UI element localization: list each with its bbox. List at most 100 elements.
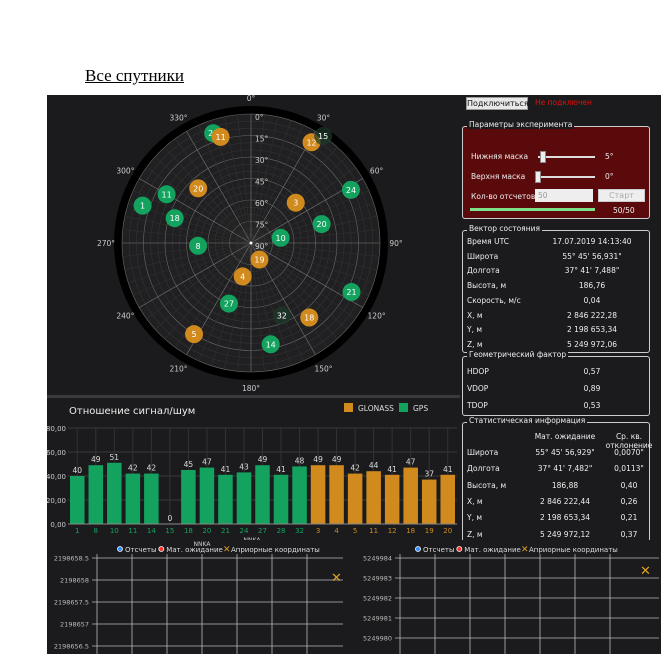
- x-tick-label: 5: [353, 527, 357, 535]
- y-tick-label: 2198657.5: [54, 599, 89, 607]
- satellite-id: 20: [317, 220, 327, 229]
- legend-item[interactable]: ✕ Априорные координаты: [223, 545, 320, 555]
- satellite-glonass-18[interactable]: 18: [300, 308, 319, 327]
- satellite-glonass-20[interactable]: 20: [189, 179, 208, 198]
- bar-value-label: 47: [406, 458, 416, 467]
- state-title: Вектор состояния: [467, 224, 542, 233]
- legend-item[interactable]: Отсчеты: [117, 546, 157, 554]
- dop-label: HDOP: [467, 367, 489, 376]
- dop-value: 0,89: [583, 384, 601, 393]
- legend-label: Априорные координаты: [231, 546, 320, 554]
- satellite-gps-11[interactable]: 11: [157, 185, 176, 204]
- a-priori-marker: ✕: [640, 564, 651, 579]
- satellite-gps-14[interactable]: 14: [261, 335, 280, 354]
- elevation-label: 90°: [255, 242, 269, 251]
- snr-chart: Отношение сигнал/шум GLONASS GPS 0,00 20,00 4…: [47, 403, 457, 543]
- satellite-glonass-3[interactable]: 3: [286, 193, 305, 212]
- bar-value-label: 41: [387, 465, 397, 474]
- upper-mask-slider[interactable]: [535, 171, 595, 183]
- legend-label: Мат. ожидание: [166, 546, 223, 554]
- bar-value-label: 51: [110, 453, 120, 462]
- z-coordinate-plot: Отсчеты Мат. ожидание ✕ Априорные координат…: [363, 545, 659, 654]
- state-row: Y, м 2 198 653,34: [467, 325, 645, 337]
- satellite-gps-1[interactable]: 1: [133, 196, 152, 215]
- satellite-gps-8[interactable]: 8: [189, 236, 208, 255]
- y-tick-label: 2198658: [60, 577, 89, 585]
- satellite-id: 24: [346, 186, 356, 195]
- x-tick-label: 20: [202, 527, 211, 535]
- bar-value-label: 0: [167, 514, 172, 523]
- dop-row: HDOP 0,57: [467, 367, 645, 379]
- satellite-glonass-11[interactable]: 11: [211, 127, 230, 146]
- legend-dot-icon: [158, 546, 165, 552]
- bar: [107, 462, 122, 524]
- satellite-gps-20[interactable]: 20: [312, 215, 331, 234]
- dop-title: Геометрический фактор: [467, 350, 569, 359]
- bar: [236, 472, 252, 524]
- x-tick-label: 18: [184, 527, 193, 535]
- satellite-gps-24[interactable]: 24: [341, 180, 360, 199]
- bar-value-label: 48: [295, 456, 305, 465]
- satellite-id: 14: [266, 340, 276, 349]
- x-tick-label: 12: [388, 527, 397, 535]
- satellite-gps-10[interactable]: 10: [271, 228, 290, 247]
- dop-value: 0,53: [583, 401, 601, 410]
- legend-item[interactable]: Мат. ожидание: [456, 546, 521, 554]
- stats-std: 0,37: [620, 529, 638, 539]
- state-row: Скорость, м/с 0,04: [467, 296, 645, 308]
- state-label: Долгота: [467, 266, 500, 276]
- stats-group: Статистическая информация Мат. ожидание С…: [462, 416, 652, 542]
- legend-label: Априорные координаты: [529, 546, 618, 554]
- azimuth-label: 30°: [317, 113, 331, 122]
- satellite-glonass-5[interactable]: 5: [185, 325, 204, 344]
- azimuth-label: 210°: [169, 365, 187, 374]
- legend-item[interactable]: Мат. ожидание: [158, 546, 223, 554]
- slider-thumb[interactable]: [535, 171, 541, 183]
- stats-row: Высота, м 186,88 0,40: [467, 481, 645, 493]
- lower-mask-slider[interactable]: [538, 151, 595, 163]
- page-title: Все спутники: [85, 66, 185, 85]
- satellite-glonass-19[interactable]: 19: [250, 250, 269, 269]
- x-marker-icon: ✕: [521, 545, 529, 555]
- y-tick-label: 5249984: [363, 555, 392, 563]
- elevation-label: 75°: [255, 221, 269, 230]
- satellite-gps-27[interactable]: 27: [219, 294, 238, 313]
- state-vector-group: Вектор состояния Время UTC 17.07.2019 14:…: [462, 224, 650, 353]
- satellite-id: 18: [304, 314, 314, 323]
- satellite-gps-15[interactable]: 15: [314, 127, 333, 146]
- state-value: 37° 41' 7,488": [564, 266, 620, 276]
- satellite-id: 21: [346, 288, 356, 297]
- slider-thumb[interactable]: [540, 151, 546, 163]
- stats-label: Y, м: [467, 513, 483, 523]
- stats-std: 0,26: [620, 496, 638, 506]
- azimuth-label: 90°: [389, 239, 403, 248]
- connect-button[interactable]: Подключиться: [466, 97, 529, 110]
- bar: [144, 473, 159, 524]
- azimuth-label: 0°: [247, 95, 256, 103]
- bar: [403, 467, 418, 524]
- bar: [70, 476, 85, 524]
- count-input[interactable]: 50: [535, 189, 593, 202]
- x-tick-label: 21: [221, 527, 230, 535]
- satellite-glonass-4[interactable]: 4: [233, 267, 252, 286]
- satellite-gps-18[interactable]: 18: [165, 209, 184, 228]
- legend-item[interactable]: ✕ Априорные координаты: [521, 545, 618, 555]
- legend-label: GLONASS: [358, 404, 394, 413]
- bar-value-label: 41: [443, 465, 453, 474]
- satellite-gps-32[interactable]: 32: [272, 306, 291, 325]
- stats-row: X, м2 846 222,44 0,26: [467, 497, 645, 509]
- legend-item[interactable]: Отсчеты: [415, 546, 455, 554]
- x-tick-label: 11: [128, 527, 137, 535]
- bar-value-label: 37: [424, 470, 434, 479]
- y-tick-label: 20,00: [47, 497, 66, 505]
- satellite-gps-21[interactable]: 21: [342, 283, 361, 302]
- lower-mask-label: Нижняя маска: [471, 152, 529, 161]
- bar: [421, 479, 437, 524]
- bar-value-label: 49: [313, 455, 323, 464]
- bar: [384, 474, 400, 524]
- y-tick-label: 2198657: [60, 621, 89, 629]
- bar-value-label: 49: [91, 455, 101, 464]
- start-button[interactable]: Старт: [598, 189, 645, 202]
- satellite-id: 18: [170, 214, 180, 223]
- chart-title: Отношение сигнал/шум: [69, 406, 195, 417]
